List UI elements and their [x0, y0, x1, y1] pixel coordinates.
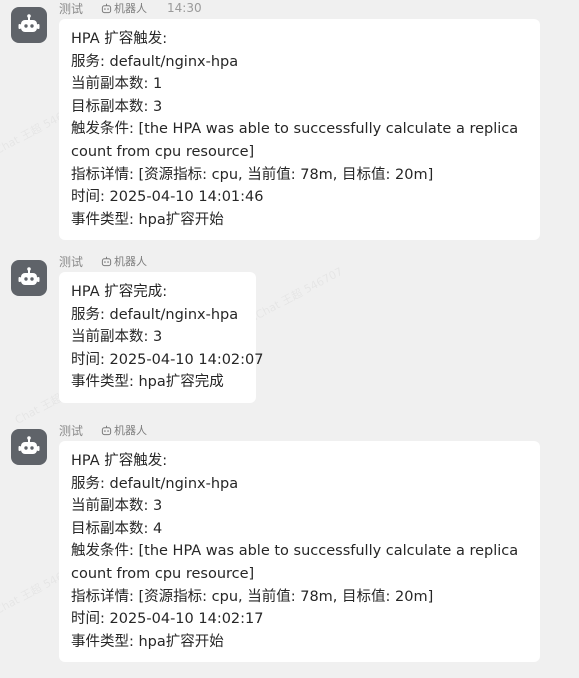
sender-name[interactable]: 测试: [59, 253, 83, 270]
bot-badge-label: 机器人: [114, 2, 148, 15]
message-time: 14:30: [167, 1, 202, 15]
message-line: 事件类型: hpa扩容开始: [71, 211, 224, 228]
message-line: 指标详情: [资源指标: cpu, 当前值: 78m, 目标值: 20m]: [71, 588, 434, 605]
message-line: HPA 扩容完成:: [71, 284, 168, 300]
message-line: 服务: default/nginx-hpa: [71, 306, 239, 323]
bot-badge: 机器人: [101, 0, 147, 16]
robot-icon: [101, 256, 112, 266]
message-line: 服务: default/nginx-hpa: [71, 475, 239, 492]
sender-name[interactable]: 测试: [59, 0, 83, 17]
bot-badge-label: 机器人: [114, 424, 148, 437]
message-line: 当前副本数: 3: [71, 329, 163, 346]
message-line: 时间: 2025-04-10 14:01:46: [71, 189, 264, 206]
message-meta: 测试 机器人 14:30: [59, 0, 202, 16]
message-line: HPA 扩容触发:: [71, 31, 168, 47]
message-line: 目标副本数: 3: [71, 98, 163, 115]
message-line: 时间: 2025-04-10 14:02:07: [71, 351, 264, 368]
avatar[interactable]: [11, 429, 47, 465]
bot-badge: 机器人: [101, 253, 147, 269]
message-meta: 测试 机器人: [59, 253, 167, 269]
message-bubble[interactable]: HPA 扩容触发: 服务: default/nginx-hpa 当前副本数: 1…: [59, 19, 540, 241]
robot-icon: [18, 267, 40, 285]
robot-icon: [18, 14, 40, 32]
message-line: 事件类型: hpa扩容开始: [71, 633, 224, 650]
robot-icon: [101, 3, 112, 13]
message-meta: 测试 机器人: [59, 422, 167, 438]
message-bubble[interactable]: HPA 扩容完成: 服务: default/nginx-hpa 当前副本数: 3…: [59, 272, 264, 403]
message-line: 触发条件: [the HPA was able to successfully …: [71, 121, 519, 160]
bot-badge-label: 机器人: [114, 255, 148, 268]
message-line: 事件类型: hpa扩容完成: [71, 374, 224, 391]
bot-badge: 机器人: [101, 422, 147, 438]
avatar[interactable]: [11, 7, 47, 43]
message-line: 目标副本数: 4: [71, 520, 163, 537]
message-line: 当前副本数: 1: [71, 76, 163, 93]
avatar[interactable]: [11, 260, 47, 296]
sender-name[interactable]: 测试: [59, 422, 83, 439]
message-line: 当前副本数: 3: [71, 498, 163, 515]
message-line: 指标详情: [资源指标: cpu, 当前值: 78m, 目标值: 20m]: [71, 166, 434, 183]
message-line: 触发条件: [the HPA was able to successfully …: [71, 543, 519, 582]
robot-icon: [101, 425, 112, 435]
robot-icon: [18, 436, 40, 454]
message-bubble[interactable]: HPA 扩容触发: 服务: default/nginx-hpa 当前副本数: 3…: [59, 441, 540, 663]
message-line: 服务: default/nginx-hpa: [71, 53, 239, 70]
message-line: 时间: 2025-04-10 14:02:17: [71, 611, 264, 628]
message-line: HPA 扩容触发:: [71, 453, 168, 469]
